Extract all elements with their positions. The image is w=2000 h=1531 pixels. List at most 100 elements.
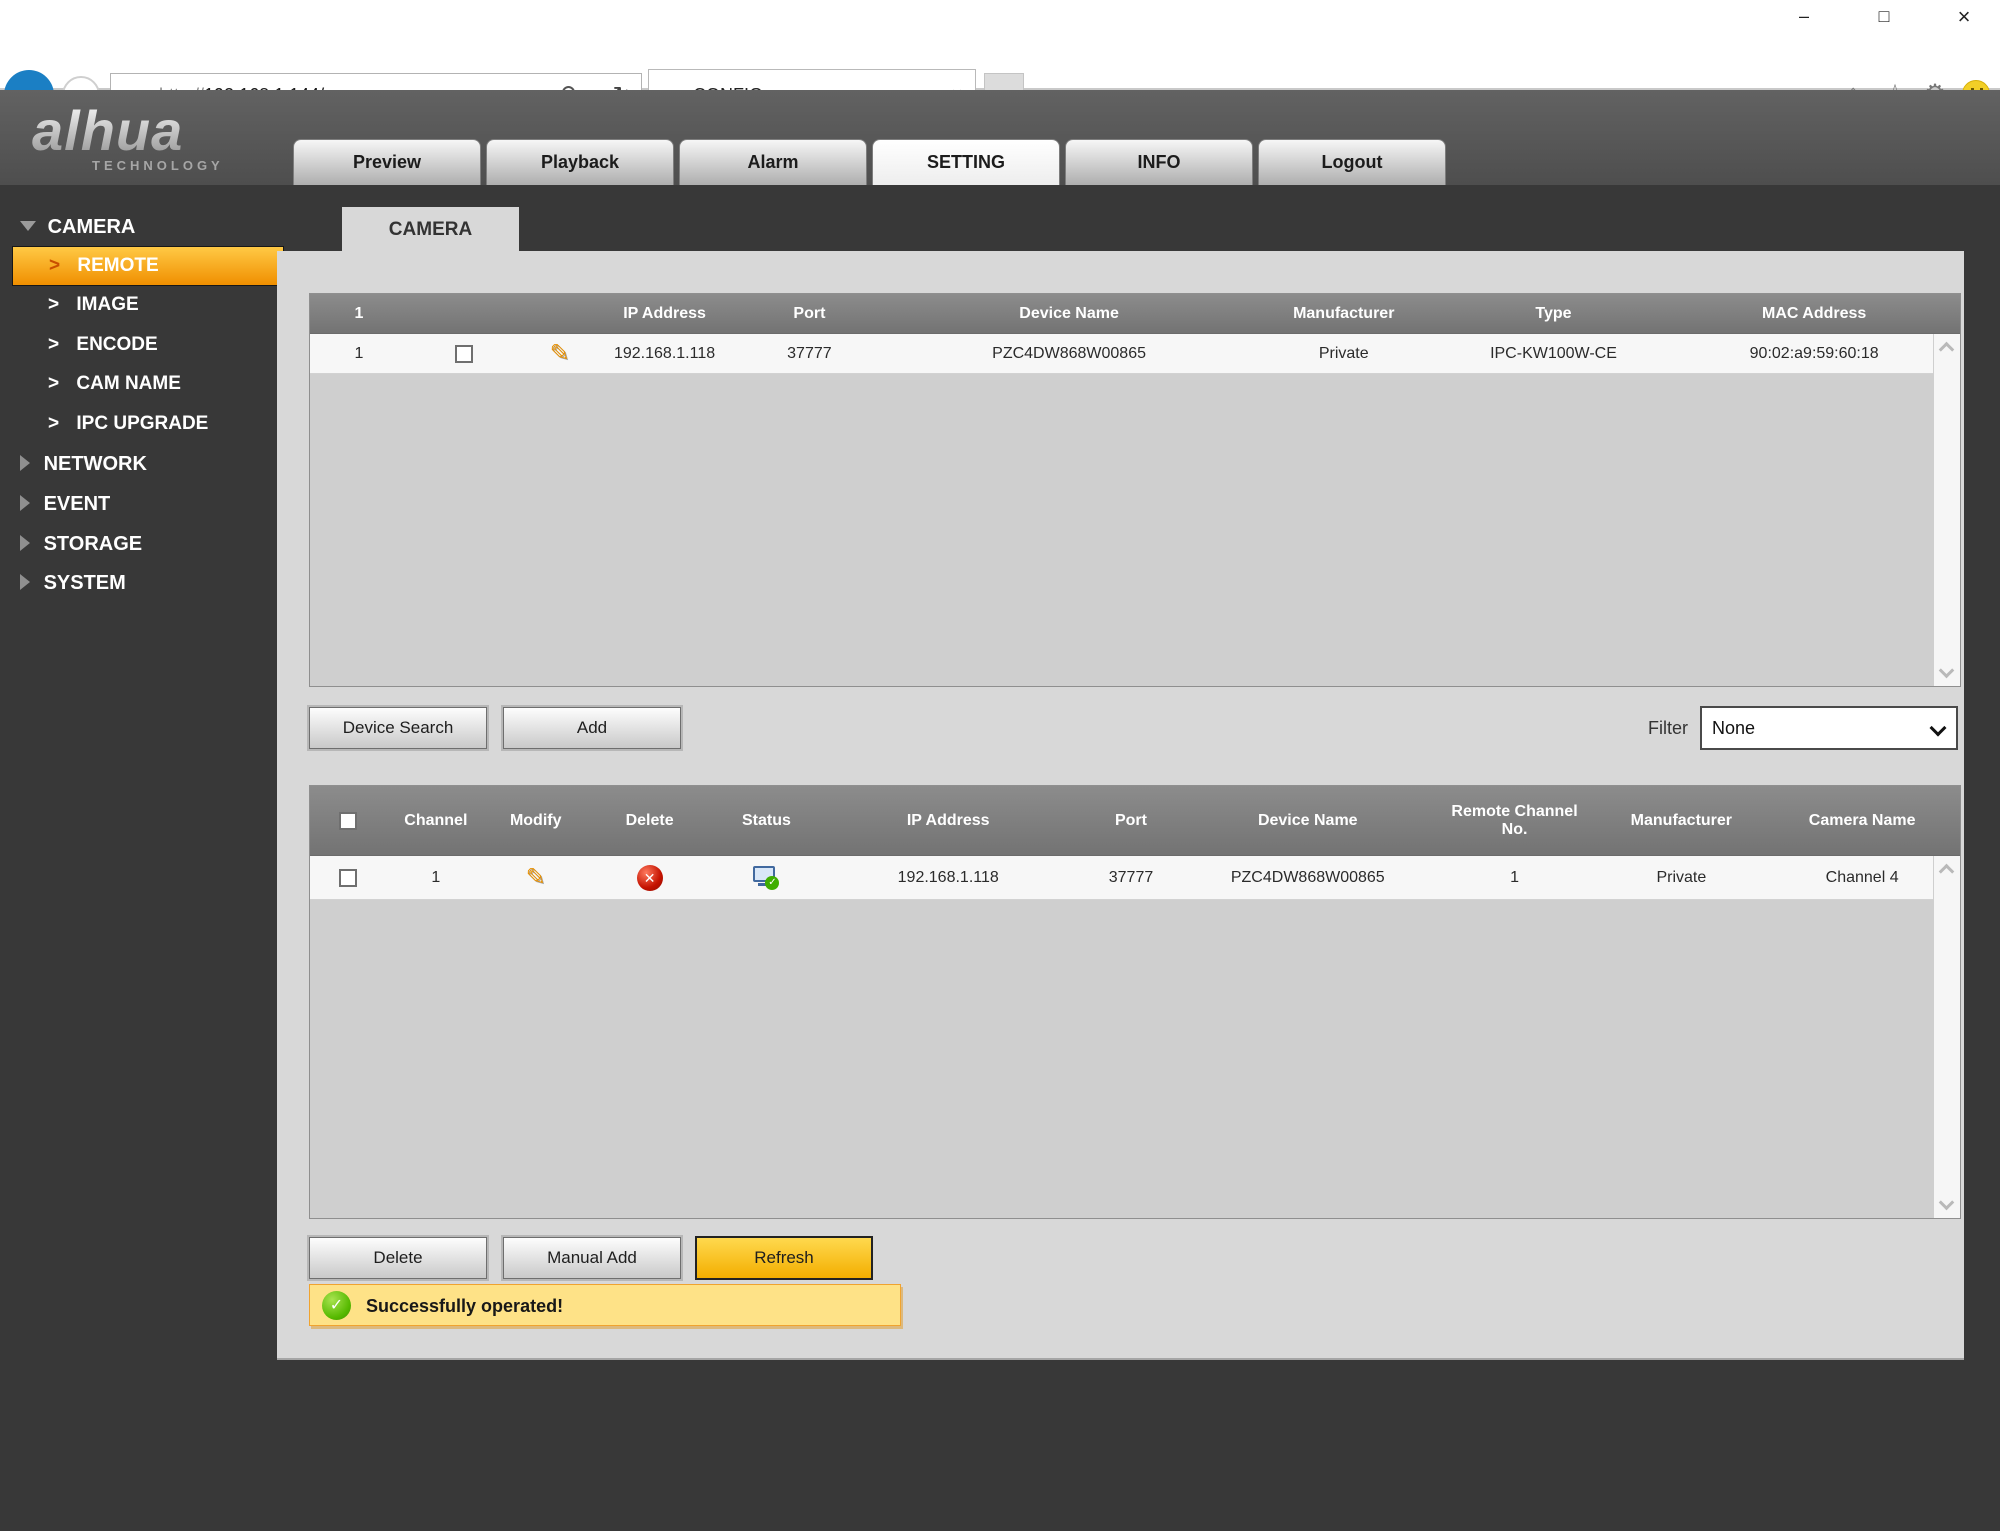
window-titlebar: – □ ×	[0, 0, 2000, 33]
sidebar-section-camera[interactable]: CAMERA	[20, 211, 135, 243]
modify-pencil-icon[interactable]: ✎	[550, 342, 570, 366]
triangle-right-icon	[20, 574, 30, 590]
sidebar-item-label: IPC UPGRADE	[76, 413, 208, 434]
success-check-icon: ✓	[322, 1291, 351, 1320]
sidebar-section-network[interactable]: NETWORK	[20, 448, 147, 480]
triangle-right-icon	[20, 455, 30, 471]
nav-tab-preview[interactable]: Preview	[293, 139, 481, 185]
scroll-up-icon[interactable]	[1939, 342, 1955, 358]
dahua-logo: alhua	[32, 98, 183, 163]
screen: – □ × ← → e http://192.168.1.144/ ▾ ↻ e …	[0, 0, 2000, 1531]
cell-channel: 1	[386, 856, 486, 899]
header-status: Status	[714, 786, 820, 855]
sidebar-item-label: ENCODE	[76, 334, 157, 355]
sidebar-section-label: CAMERA	[48, 216, 136, 238]
sidebar-section-label: STORAGE	[44, 533, 143, 555]
maximize-button[interactable]: □	[1858, 0, 1910, 33]
status-connected-icon: ✓	[753, 866, 779, 890]
sidebar-section-event[interactable]: EVENT	[20, 488, 110, 520]
filter-value: None	[1712, 718, 1755, 738]
header-manufacturer: Manufacturer	[1598, 786, 1764, 855]
dahua-tagline: TECHNOLOGY	[92, 158, 224, 173]
success-notification: ✓ Successfully operated!	[309, 1284, 901, 1326]
triangle-right-icon	[20, 535, 30, 551]
device-search-table: 1 IP Address Port Device Name Manufactur…	[309, 293, 1961, 687]
sidebar-section-storage[interactable]: STORAGE	[20, 528, 142, 560]
scrollbar[interactable]	[1933, 856, 1960, 1218]
header-port: Port	[1077, 786, 1185, 855]
sidebar-section-system[interactable]: SYSTEM	[20, 567, 126, 599]
sidebar-item-image[interactable]: > IMAGE	[48, 288, 139, 322]
scroll-down-icon[interactable]	[1939, 1195, 1955, 1211]
device-table-header: 1 IP Address Port Device Name Manufactur…	[310, 294, 1960, 334]
cell-remote-channel-no: 1	[1431, 856, 1599, 899]
add-button[interactable]: Add	[503, 707, 681, 749]
cell-port: 37777	[729, 334, 889, 373]
header-remote-channel-no: Remote Channel No.	[1431, 786, 1599, 855]
refresh-button[interactable]: Refresh	[695, 1236, 873, 1280]
header-modify: Modify	[486, 786, 586, 855]
scroll-up-icon[interactable]	[1939, 864, 1955, 880]
device-search-button[interactable]: Device Search	[309, 707, 487, 749]
table-row[interactable]: 1 ✎ 192.168.1.118 37777 PZC4DW868W00865 …	[310, 334, 1960, 374]
sidebar-item-label: IMAGE	[76, 294, 138, 315]
delete-button[interactable]: Delete	[309, 1237, 487, 1279]
cell-manufacturer: Private	[1598, 856, 1764, 899]
close-button[interactable]: ×	[1938, 0, 1990, 33]
sidebar-item-cam-name[interactable]: > CAM NAME	[48, 367, 181, 401]
header-manufacturer: Manufacturer	[1249, 294, 1439, 333]
chevron-right-icon: >	[49, 255, 60, 276]
chevron-right-icon: >	[48, 294, 59, 315]
chevron-down-icon	[1930, 720, 1947, 737]
cell-port: 37777	[1077, 856, 1185, 899]
nav-tab-logout[interactable]: Logout	[1258, 139, 1446, 185]
sidebar-item-encode[interactable]: > ENCODE	[48, 328, 158, 362]
sidebar-item-label: REMOTE	[77, 255, 158, 276]
channel-table-header: Channel Modify Delete Status IP Address …	[310, 786, 1960, 856]
header-ip-address: IP Address	[600, 294, 730, 333]
header-type: Type	[1439, 294, 1669, 333]
table-row[interactable]: 1 ✎ ✕ ✓ 192.168.1.118 37777 PZC4DW868W00…	[310, 856, 1960, 900]
cell-device-name: PZC4DW868W00865	[1185, 856, 1431, 899]
cell-ip: 192.168.1.118	[600, 334, 730, 373]
sidebar-section-label: SYSTEM	[44, 572, 126, 594]
header-delete: Delete	[586, 786, 714, 855]
header-index: 1	[310, 294, 408, 333]
chevron-right-icon: >	[48, 413, 59, 434]
content-tab-camera[interactable]: CAMERA	[342, 207, 519, 252]
header-camera-name: Camera Name	[1764, 786, 1960, 855]
cell-type: IPC-KW100W-CE	[1439, 334, 1669, 373]
sidebar-item-label: CAM NAME	[76, 373, 181, 394]
nav-tab-setting[interactable]: SETTING	[872, 139, 1060, 185]
success-message: Successfully operated!	[366, 1285, 563, 1327]
chevron-right-icon: >	[48, 373, 59, 394]
sidebar-section-label: EVENT	[44, 493, 111, 515]
scrollbar[interactable]	[1933, 334, 1960, 686]
row-checkbox[interactable]	[455, 345, 473, 363]
header-device-name: Device Name	[889, 294, 1249, 333]
minimize-button[interactable]: –	[1778, 0, 1830, 33]
select-all-checkbox[interactable]	[339, 812, 357, 830]
scroll-down-icon[interactable]	[1939, 663, 1955, 679]
modify-pencil-icon[interactable]: ✎	[526, 866, 546, 890]
nav-tab-playback[interactable]: Playback	[486, 139, 674, 185]
header-mac-address: MAC Address	[1668, 294, 1960, 333]
sidebar-item-remote[interactable]: > REMOTE	[12, 246, 284, 286]
cell-manufacturer: Private	[1249, 334, 1439, 373]
header-modify	[520, 294, 600, 333]
manual-add-button[interactable]: Manual Add	[503, 1237, 681, 1279]
header-channel: Channel	[386, 786, 486, 855]
cell-mac: 90:02:a9:59:60:18	[1668, 334, 1960, 373]
header-select	[408, 294, 520, 333]
filter-select[interactable]: None	[1700, 706, 1958, 750]
delete-icon[interactable]: ✕	[637, 865, 663, 891]
header-ip-address: IP Address	[819, 786, 1077, 855]
cell-camera-name: Channel 4	[1764, 856, 1960, 899]
header-device-name: Device Name	[1185, 786, 1431, 855]
nav-tab-alarm[interactable]: Alarm	[679, 139, 867, 185]
triangle-right-icon	[20, 495, 30, 511]
nav-tab-info[interactable]: INFO	[1065, 139, 1253, 185]
row-checkbox[interactable]	[339, 869, 357, 887]
chevron-right-icon: >	[48, 334, 59, 355]
sidebar-item-ipc-upgrade[interactable]: > IPC UPGRADE	[48, 407, 208, 441]
